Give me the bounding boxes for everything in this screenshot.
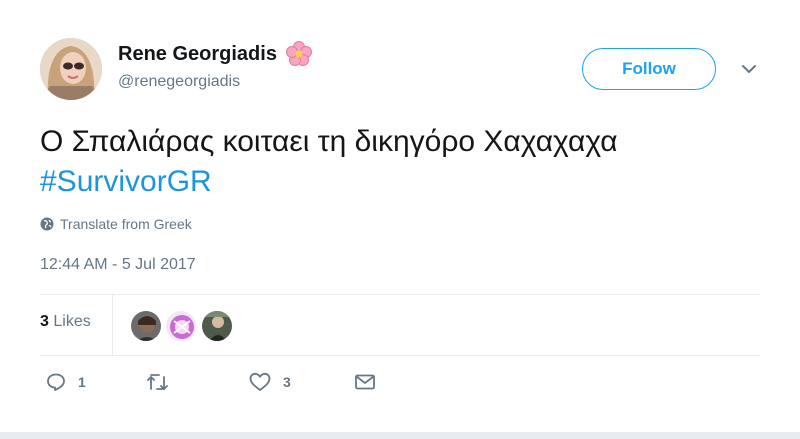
cherry-blossom-icon [285,41,312,66]
reply-count: 1 [78,374,86,390]
bottom-border [0,432,800,439]
chevron-down-icon[interactable] [740,62,758,76]
like-count: 3 [283,374,291,390]
likes-count: 3 [40,313,49,330]
divider [40,294,760,295]
stats-separator [112,295,113,355]
liker-avatar[interactable] [201,310,233,342]
hashtag-link[interactable]: #SurvivorGR [40,162,760,202]
likes-stat[interactable]: 3 Likes [40,313,91,331]
user-display-name[interactable]: Rene Georgiadis [118,40,313,68]
tweet-timestamp[interactable]: 12:44 AM - 5 Jul 2017 [40,256,196,274]
tweet-body-text: Ο Σπαλιάρας κοιταει τη δικηγόρο Χαχαχαχα [40,125,618,158]
liker-avatar[interactable] [165,310,197,342]
follow-button[interactable]: Follow [582,48,716,90]
display-name-text[interactable]: Rene Georgiadis [118,43,277,66]
like-action[interactable]: 3 [249,372,291,392]
retweet-icon[interactable] [146,372,170,392]
user-handle[interactable]: @renegeorgiadis [118,73,240,91]
globe-icon [40,217,54,231]
translate-link[interactable]: Translate from Greek [40,216,192,232]
translate-label[interactable]: Translate from Greek [60,216,192,232]
envelope-icon[interactable] [354,372,376,392]
avatar[interactable] [40,38,102,100]
likes-label: Likes [53,313,91,330]
divider [40,355,760,356]
reply-icon[interactable] [46,372,66,392]
retweet-action[interactable] [146,372,182,392]
reply-action[interactable]: 1 [46,372,86,392]
tweet-text: Ο Σπαλιάρας κοιταει τη δικηγόρο Χαχαχαχα… [40,122,760,202]
liker-avatar[interactable] [130,310,162,342]
message-action[interactable] [354,372,376,392]
heart-icon[interactable] [249,372,271,392]
tweet-card: Rene Georgiadis @renegeorgiadis Follow Ο… [0,0,800,432]
